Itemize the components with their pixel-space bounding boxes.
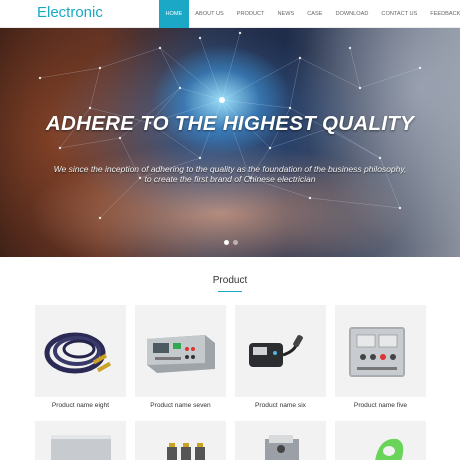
section-underline [218, 291, 242, 292]
product-name[interactable]: Product name six [235, 402, 326, 409]
product-name[interactable]: Product name five [335, 402, 426, 409]
nav-news[interactable]: NEWS [271, 0, 301, 28]
banner-title: ADHERE TO THE HIGHEST QUALITY [45, 112, 415, 135]
cable-icon [35, 305, 126, 397]
product-card-row2-4[interactable] [335, 421, 426, 460]
product-section-title: Product [212, 275, 248, 286]
product-card-seven[interactable]: Product name seven [135, 305, 226, 409]
nav-feedback[interactable]: FEEDBACK [424, 0, 460, 28]
product-card-five[interactable]: Product name five [335, 305, 426, 409]
device-icon [35, 421, 126, 460]
nav-contact-us[interactable]: CONTACT US [375, 0, 424, 28]
product-name[interactable]: Product name eight [35, 402, 126, 409]
slider-dot-1[interactable] [224, 240, 229, 245]
nav-case[interactable]: CASE [301, 0, 329, 28]
product-card-row2-1[interactable] [35, 421, 126, 460]
network-graphic [38, 31, 422, 220]
product-card-six[interactable]: Product name six [235, 305, 326, 409]
nav-home[interactable]: HOME [159, 0, 189, 28]
product-name[interactable]: Product name seven [135, 402, 226, 409]
main-nav: HOME ABOUT US PRODUCT NEWS CASE DOWNLOAD… [159, 0, 460, 28]
power-inverter-icon [235, 305, 326, 397]
page: Electronic HOME ABOUT US PRODUCT NEWS CA… [0, 0, 460, 460]
banner-subtitle-line1: We since the inception of adhering to th… [53, 164, 407, 174]
site-logo[interactable]: Electronic [37, 4, 103, 21]
site-header: Electronic HOME ABOUT US PRODUCT NEWS CA… [0, 0, 460, 28]
test-instrument-icon [135, 305, 226, 397]
nav-download[interactable]: DOWNLOAD [329, 0, 375, 28]
slider-dot-2[interactable] [233, 240, 238, 245]
slider-dots [224, 240, 238, 245]
green-clamp-icon [335, 421, 426, 460]
hero-banner[interactable]: ADHERE TO THE HIGHEST QUALITY We since t… [0, 28, 460, 257]
product-card-eight[interactable]: Product name eight [35, 305, 126, 409]
nav-product[interactable]: PRODUCT [230, 0, 271, 28]
tester-icon [235, 421, 326, 460]
nav-about-us[interactable]: ABOUT US [189, 0, 231, 28]
product-card-row2-3[interactable] [235, 421, 326, 460]
control-box-icon [335, 305, 426, 397]
banner-subtitle-line2: to create the first brand of Chinese ele… [144, 174, 316, 184]
product-card-row2-2[interactable] [135, 421, 226, 460]
terminal-block-icon [135, 421, 226, 460]
